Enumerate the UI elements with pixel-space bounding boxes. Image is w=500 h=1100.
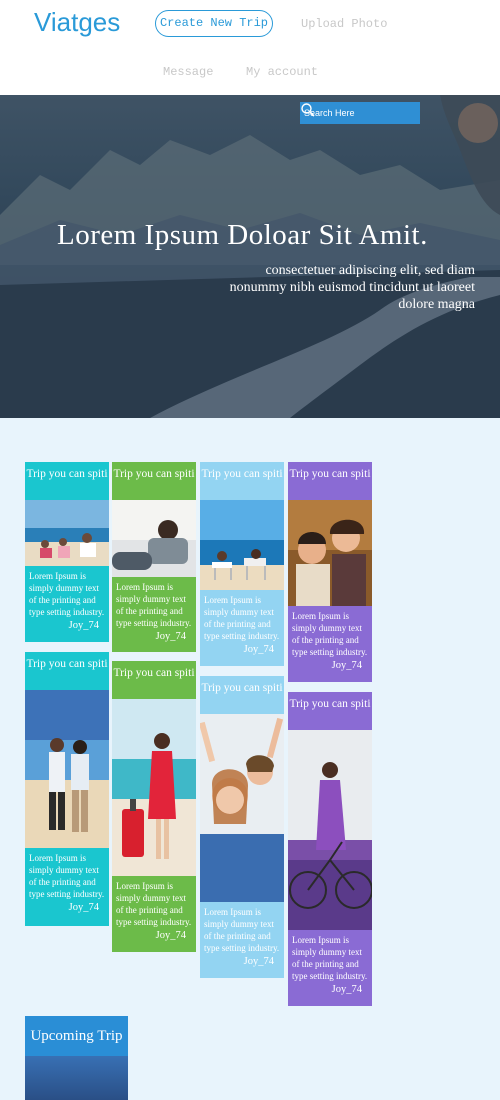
- trip-card-image: [288, 500, 372, 606]
- site-logo[interactable]: Viatges: [34, 7, 120, 38]
- trip-card-author[interactable]: Joy_74: [25, 618, 109, 631]
- trip-card-title: Trip you can spiti: [289, 698, 371, 710]
- trip-card-image: [112, 500, 196, 577]
- trip-card[interactable]: Trip you can spiti Lorem Ipsum is simply…: [288, 462, 372, 682]
- trip-card-image: [25, 690, 109, 848]
- upcoming-trip-image: [25, 1056, 128, 1100]
- trip-card-title: Trip you can spiti: [201, 468, 283, 480]
- trip-card-image: [288, 730, 372, 930]
- trip-card-image: [200, 714, 284, 902]
- trip-card-image: [25, 500, 109, 566]
- site-header: Viatges Create New Trip Upload Photo Mes…: [0, 0, 500, 95]
- upcoming-trip-title: Upcoming Trip: [30, 1028, 123, 1044]
- trip-card-description: Lorem Ipsum is simply dummy text of the …: [292, 611, 368, 657]
- trip-card[interactable]: Trip you can spiti Lorem Ipsum is simply…: [112, 661, 196, 952]
- trip-card[interactable]: Trip you can spiti Lorem Ipsum is simply…: [200, 676, 284, 978]
- trip-card-description: Lorem Ipsum is simply dummy text of the …: [204, 595, 280, 641]
- trip-card-description: Lorem Ipsum is simply dummy text of the …: [204, 907, 280, 953]
- upcoming-trip-panel[interactable]: Upcoming Trip: [25, 1016, 128, 1100]
- trip-card-title: Trip you can spiti: [26, 658, 108, 670]
- nav-my-account-link[interactable]: My account: [246, 65, 318, 79]
- trip-card-author[interactable]: Joy_74: [200, 954, 284, 967]
- trip-card-author[interactable]: Joy_74: [112, 629, 196, 642]
- trip-card[interactable]: Trip you can spiti Lorem Ipsum is simply…: [112, 462, 196, 652]
- trip-card-author[interactable]: Joy_74: [112, 928, 196, 941]
- trip-card-description: Lorem Ipsum is simply dummy text of the …: [116, 582, 192, 628]
- trip-card-title: Trip you can spiti: [201, 682, 283, 694]
- hero-background-image: [0, 95, 500, 418]
- hero-title: Lorem Ipsum Doloar Sit Amit.: [57, 219, 428, 251]
- trip-card-title: Trip you can spiti: [113, 667, 195, 679]
- hero-banner: Lorem Ipsum Doloar Sit Amit. consectetue…: [0, 95, 500, 418]
- hero-subtitle: consectetuer adipiscing elit, sed diam n…: [229, 263, 475, 312]
- trip-card-author[interactable]: Joy_74: [288, 658, 372, 671]
- search-icon[interactable]: [300, 102, 316, 118]
- trip-card-image: [112, 699, 196, 876]
- trip-card[interactable]: Trip you can spiti Lorem Ipsum is simply…: [25, 652, 109, 926]
- nav-message-link[interactable]: Message: [163, 65, 213, 79]
- trip-card[interactable]: Trip you can spiti Lorem Ipsum is simply…: [25, 462, 109, 642]
- trip-card-description: Lorem Ipsum is simply dummy text of the …: [292, 935, 368, 981]
- nav-upload-photo-link[interactable]: Upload Photo: [301, 17, 387, 31]
- nav-create-trip-button[interactable]: Create New Trip: [155, 10, 273, 37]
- search-input[interactable]: [304, 105, 390, 121]
- trip-card[interactable]: Trip you can spiti Lorem Ipsum is simply…: [200, 462, 284, 666]
- trip-card-author[interactable]: Joy_74: [25, 900, 109, 913]
- trip-card[interactable]: Trip you can spiti Lorem Ipsum is simply…: [288, 692, 372, 1006]
- trip-card-description: Lorem Ipsum is simply dummy text of the …: [29, 571, 105, 617]
- trip-card-title: Trip you can spiti: [289, 468, 371, 480]
- trip-card-image: [200, 500, 284, 590]
- trip-card-title: Trip you can spiti: [113, 468, 195, 480]
- trip-card-description: Lorem Ipsum is simply dummy text of the …: [116, 881, 192, 927]
- trip-card-title: Trip you can spiti: [26, 468, 108, 480]
- trip-card-author[interactable]: Joy_74: [200, 642, 284, 655]
- search-box: [300, 102, 420, 124]
- trip-card-description: Lorem Ipsum is simply dummy text of the …: [29, 853, 105, 899]
- trip-card-author[interactable]: Joy_74: [288, 982, 372, 995]
